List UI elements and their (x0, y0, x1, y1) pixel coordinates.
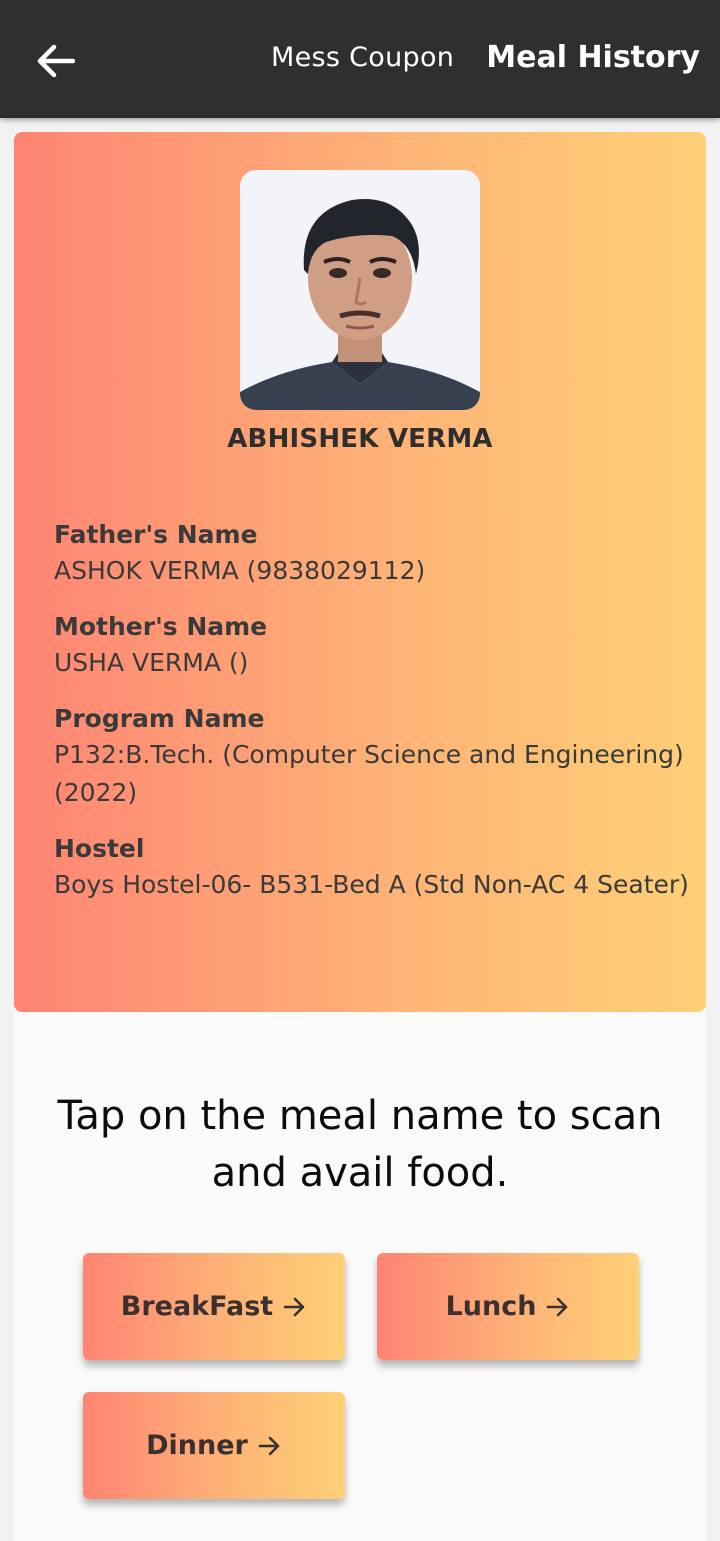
student-details: Father's Name ASHOK VERMA (9838029112) M… (54, 518, 694, 924)
mother-name-label: Mother's Name (54, 612, 268, 641)
page-title: Mess Coupon (271, 42, 455, 73)
arrow-right-icon (283, 1297, 307, 1317)
student-name: ABHISHEK VERMA (227, 424, 493, 454)
hostel-label: Hostel (54, 834, 145, 863)
meal-history-button[interactable]: Meal History (486, 40, 700, 75)
father-name-label: Father's Name (54, 520, 258, 549)
hostel-value: Boys Hostel-06- B531-Bed A (Std Non-AC 4… (54, 870, 689, 899)
student-profile-card: ABHISHEK VERMA Father's Name ASHOK VERMA… (14, 132, 706, 1012)
lunch-button[interactable]: Lunch (377, 1253, 639, 1360)
student-photo (240, 170, 480, 410)
program-name-value: P132:B.Tech. (Computer Science and Engin… (54, 740, 684, 807)
mother-name-value: USHA VERMA () (54, 648, 249, 677)
breakfast-label: BreakFast (120, 1291, 274, 1322)
content-sheet: ABHISHEK VERMA Father's Name ASHOK VERMA… (14, 132, 706, 1541)
arrow-right-icon (258, 1436, 282, 1456)
lunch-label: Lunch (445, 1291, 537, 1322)
arrow-right-icon (546, 1297, 570, 1317)
breakfast-button[interactable]: BreakFast (83, 1253, 345, 1360)
father-name-value: ASHOK VERMA (9838029112) (54, 556, 426, 585)
student-avatar-illustration (240, 170, 480, 410)
program-name-label: Program Name (54, 704, 265, 733)
app-bar: Mess Coupon Meal History (0, 0, 720, 118)
arrow-left-icon (37, 44, 75, 78)
back-button[interactable] (28, 36, 82, 86)
scan-instruction: Tap on the meal name to scan and avail f… (57, 1093, 663, 1196)
dinner-label: Dinner (146, 1430, 248, 1461)
dinner-button[interactable]: Dinner (83, 1392, 345, 1499)
